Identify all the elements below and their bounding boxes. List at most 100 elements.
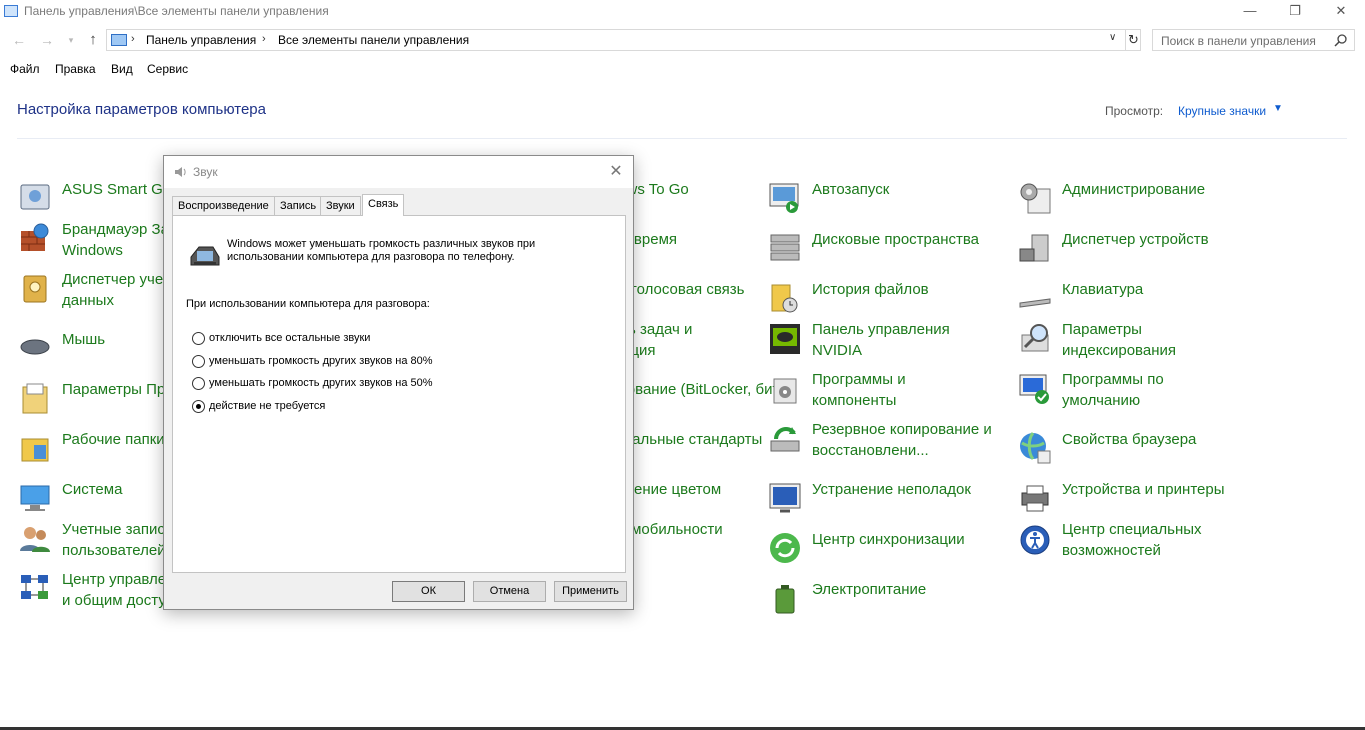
breadcrumb-separator-icon[interactable]: ›	[262, 33, 266, 45]
apply-button[interactable]: Применить	[554, 581, 627, 602]
search-icon[interactable]	[1334, 33, 1348, 47]
radio-reduce-50[interactable]: уменьшать громкость других звуков на 50%	[192, 376, 612, 392]
cp-item-label: Клавиатура	[1062, 281, 1144, 298]
radio-button[interactable]	[192, 355, 205, 368]
backup-icon	[770, 427, 800, 452]
address-dropdown-icon[interactable]: ∨	[1109, 32, 1116, 43]
dialog-close-icon[interactable]: ✕	[606, 161, 626, 181]
radio-label: уменьшать громкость других звуков на 50%	[209, 377, 433, 389]
cp-item-label: Устройства и принтеры	[1062, 481, 1225, 498]
work-folders-icon	[21, 438, 49, 462]
internet-options-icon	[1020, 432, 1051, 464]
radio-do-nothing[interactable]: действие не требуется	[192, 399, 612, 415]
file-history-icon	[771, 284, 798, 313]
recent-locations-icon[interactable]: ▾	[62, 30, 80, 50]
radio-button[interactable]	[192, 332, 205, 345]
tab-sounds[interactable]: Звуки	[320, 196, 361, 216]
radio-button-selected[interactable]	[192, 400, 205, 413]
control-panel-icon	[111, 34, 127, 46]
cp-item-internet-options[interactable]: Свойства браузера	[1018, 429, 1258, 473]
cp-item-administrative-tools[interactable]: Администрирование	[1018, 179, 1258, 223]
cp-item-file-history[interactable]: История файлов	[768, 279, 1008, 323]
device-manager-icon	[1019, 234, 1049, 262]
refresh-icon[interactable]: ↻	[1125, 30, 1141, 50]
control-panel-icon	[4, 5, 18, 17]
admin-tools-icon	[1020, 183, 1051, 214]
cp-item-label: Параметры индексирования	[1062, 321, 1176, 359]
cp-item-label: Электропитание	[812, 581, 927, 598]
tab-communications[interactable]: Связь	[362, 194, 405, 216]
window-title: Панель управления\Все элементы панели уп…	[24, 4, 329, 18]
folder-options-icon	[22, 383, 48, 414]
address-bar[interactable]: › Панель управления › Все элементы панел…	[106, 29, 1141, 51]
cp-item-device-manager[interactable]: Диспетчер устройств	[1018, 229, 1258, 273]
radio-label: отключить все остальные звуки	[209, 332, 371, 344]
menu-edit[interactable]: Правка	[55, 62, 96, 76]
up-arrow-icon[interactable]: ↑	[84, 30, 102, 50]
speaker-icon	[175, 167, 186, 177]
credentials-icon	[23, 275, 47, 303]
cp-item-label: Центр синхронизации	[812, 531, 965, 548]
nvidia-icon	[770, 324, 800, 354]
cp-item-label: Программы и компоненты	[812, 371, 906, 409]
view-label: Просмотр:	[1105, 104, 1164, 118]
users-icon	[20, 527, 50, 552]
default-programs-icon	[1019, 374, 1049, 404]
tab-playback[interactable]: Воспроизведение	[172, 196, 275, 216]
cp-item-indexing-options[interactable]: Параметры индексирования	[1018, 319, 1258, 363]
troubleshoot-icon	[769, 483, 801, 513]
maximize-button[interactable]: ❐	[1272, 0, 1318, 24]
menu-tools[interactable]: Сервис	[147, 62, 188, 76]
radio-label: действие не требуется	[209, 400, 326, 412]
indexing-icon	[1021, 324, 1049, 352]
radio-mute-all[interactable]: отключить все остальные звуки	[192, 331, 612, 347]
communications-section-label: При использовании компьютера для разгово…	[186, 298, 430, 310]
cp-item-devices-printers[interactable]: Устройства и принтеры	[1018, 479, 1258, 523]
cp-item-sync-center[interactable]: Центр синхронизации	[768, 529, 1008, 573]
cp-item-ease-of-access[interactable]: Центр специальных возможностей	[1018, 519, 1258, 563]
back-arrow-icon[interactable]: ←	[10, 30, 28, 50]
search-placeholder: Поиск в панели управления	[1161, 34, 1316, 48]
radio-button[interactable]	[192, 377, 205, 390]
cp-item-nvidia[interactable]: Панель управления NVIDIA	[768, 319, 1008, 363]
view-mode-dropdown[interactable]: Крупные значки	[1178, 104, 1266, 118]
dialog-tabs: Воспроизведение Запись Звуки Связь	[172, 194, 626, 216]
firewall-icon	[21, 223, 49, 251]
cp-item-backup-restore[interactable]: Резервное копирование и восстановлени...	[768, 419, 1008, 463]
cp-item-default-programs[interactable]: Программы по умолчанию	[1018, 369, 1258, 413]
breadcrumb-all-items[interactable]: Все элементы панели управления	[278, 33, 469, 47]
cp-item-label: Дисковые пространства	[812, 231, 980, 248]
cp-item-power-options[interactable]: Электропитание	[768, 579, 1008, 623]
radio-selected-dot	[196, 404, 201, 409]
header-divider	[17, 138, 1347, 139]
radio-label: уменьшать громкость других звуков на 80%	[209, 355, 433, 367]
cp-item-autoplay[interactable]: Автозапуск	[768, 179, 1008, 223]
close-button[interactable]: ✕	[1318, 0, 1364, 24]
cp-item-keyboard[interactable]: Клавиатура	[1018, 279, 1258, 323]
cp-item-troubleshooting[interactable]: Устранение неполадок	[768, 479, 1008, 523]
forward-arrow-icon[interactable]: →	[38, 30, 56, 50]
menu-file[interactable]: Файл	[10, 62, 40, 76]
autoplay-icon	[769, 183, 799, 213]
radio-reduce-80[interactable]: уменьшать громкость других звуков на 80%	[192, 354, 612, 370]
search-input[interactable]: Поиск в панели управления	[1152, 29, 1355, 51]
caret-down-icon[interactable]: ▼	[1273, 103, 1283, 114]
cp-item-label: Панель управления NVIDIA	[812, 321, 950, 359]
menu-bar: Файл Правка Вид Сервис	[0, 58, 1365, 80]
breadcrumb-separator-icon[interactable]: ›	[131, 33, 135, 45]
cp-item-storage-spaces[interactable]: Дисковые пространства	[768, 229, 1008, 273]
power-icon	[775, 585, 795, 614]
sound-dialog: Звук ✕ Воспроизведение Запись Звуки Связ…	[163, 155, 634, 610]
menu-view[interactable]: Вид	[111, 62, 133, 76]
cp-item-label: Программы по умолчанию	[1062, 371, 1164, 409]
tab-recording[interactable]: Запись	[274, 196, 323, 216]
dialog-titlebar: Звук ✕	[164, 156, 633, 188]
minimize-button[interactable]: —	[1227, 0, 1273, 24]
breadcrumb-control-panel[interactable]: Панель управления	[146, 33, 256, 47]
cp-item-label: Центр специальных возможностей	[1062, 521, 1202, 559]
telephone-icon	[190, 246, 220, 266]
cancel-button[interactable]: Отмена	[473, 581, 546, 602]
ok-button[interactable]: ОК	[392, 581, 465, 602]
cp-item-label: Диспетчер устройств	[1062, 231, 1209, 248]
cp-item-programs-features[interactable]: Программы и компоненты	[768, 369, 1008, 413]
